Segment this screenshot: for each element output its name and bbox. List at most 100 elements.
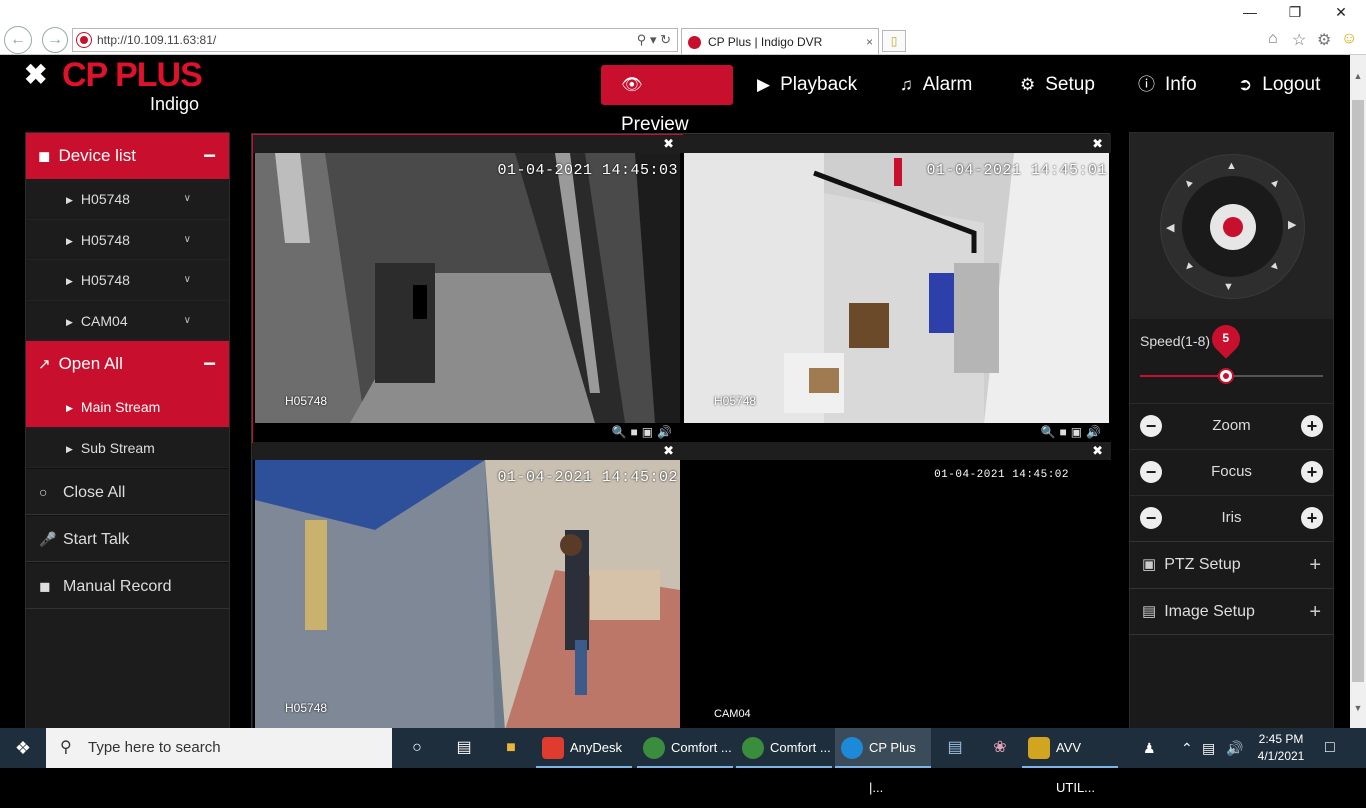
expand-plus-icon[interactable]: +: [1309, 589, 1321, 635]
stream-main[interactable]: ▶ Main Stream: [26, 387, 229, 428]
nav-logout[interactable]: ➲ Logout: [1218, 65, 1340, 105]
start-talk-button[interactable]: 🎤 Start Talk: [26, 515, 229, 562]
nav-preview[interactable]: 👁 Preview: [601, 65, 733, 135]
taskbar-app-avv[interactable]: AVV UTIL...: [1022, 728, 1118, 795]
chevron-down-icon[interactable]: ∨: [184, 179, 191, 219]
video-feed[interactable]: 01-04-2021 14:45:02 CAM04: [684, 460, 1109, 728]
address-bar[interactable]: http://10.109.11.63:81/ ⚲ ▾ ↻: [72, 28, 678, 52]
network-tool-icon[interactable]: ❀: [985, 728, 1015, 768]
video-feed[interactable]: 01-04-2021 14:45:01 H05748: [684, 153, 1109, 423]
stream-sub[interactable]: ▶ Sub Stream: [26, 428, 229, 468]
plus-icon[interactable]: +: [1301, 507, 1323, 529]
cortana-icon[interactable]: ○: [402, 728, 432, 768]
expand-plus-icon[interactable]: +: [1309, 542, 1321, 588]
scrollbar-thumb[interactable]: [1352, 100, 1364, 682]
plus-icon[interactable]: +: [1301, 415, 1323, 437]
plus-icon[interactable]: +: [1301, 461, 1323, 483]
image-setup-button[interactable]: ▤ Image Setup +: [1130, 588, 1333, 635]
people-icon[interactable]: ♟: [1143, 728, 1156, 768]
device-item[interactable]: ▶ H05748 ∨: [26, 260, 229, 301]
device-list-header[interactable]: ◼ Device list −: [26, 133, 229, 179]
iris-control: − Iris +: [1130, 495, 1333, 541]
manual-record-button[interactable]: ◼ Manual Record: [26, 562, 229, 609]
close-icon[interactable]: ✖: [1092, 135, 1103, 153]
taskbar-app-anydesk[interactable]: AnyDesk: [536, 728, 632, 768]
taskbar-app-chrome-1[interactable]: Comfort ...: [637, 728, 733, 768]
collapse-icon[interactable]: −: [203, 133, 216, 179]
arrow-right-icon[interactable]: ▶: [1288, 218, 1296, 231]
device-item[interactable]: ▶ H05748 ∨: [26, 179, 229, 220]
scroll-up-icon[interactable]: ▲: [1350, 71, 1366, 81]
zoom-icon[interactable]: 🔍: [612, 425, 631, 439]
video-cell[interactable]: ✖ 01-04-2021 14:45:03 H05748 🔍■▣🔊: [252, 134, 683, 443]
taskbar-search[interactable]: ⚲ Type here to search: [46, 728, 392, 768]
snapshot-icon[interactable]: ▣: [642, 425, 657, 439]
scroll-down-icon[interactable]: ▼: [1350, 703, 1366, 713]
speed-slider-handle[interactable]: [1217, 368, 1234, 384]
close-window-icon[interactable]: ✕: [1331, 4, 1351, 21]
remote-desktop-icon[interactable]: ▤: [940, 728, 970, 768]
close-icon[interactable]: ✖: [1092, 442, 1103, 460]
new-tab-button[interactable]: ▯: [882, 30, 906, 52]
logo-sub: Indigo: [150, 94, 200, 114]
nav-info[interactable]: ⓘ Info: [1118, 65, 1217, 105]
zoom-icon[interactable]: 🔍: [1041, 425, 1060, 439]
chevron-down-icon[interactable]: ∨: [184, 260, 191, 300]
address-url[interactable]: http://10.109.11.63:81/: [97, 33, 216, 47]
device-item[interactable]: ▶ H05748 ∨: [26, 220, 229, 260]
ptz-center-button[interactable]: [1210, 204, 1256, 250]
file-explorer-icon[interactable]: ■: [496, 728, 526, 768]
nav-playback[interactable]: ▶ Playback: [737, 65, 877, 105]
back-arrow-icon[interactable]: ←: [4, 26, 32, 54]
arrow-down-icon[interactable]: ▼: [1223, 281, 1234, 293]
minimize-icon[interactable]: —: [1240, 4, 1260, 20]
forward-arrow-icon[interactable]: →: [42, 27, 68, 53]
network-icon[interactable]: ▤: [1202, 728, 1215, 768]
arrow-left-icon[interactable]: ◀: [1166, 221, 1174, 234]
ptz-setup-button[interactable]: ▣ PTZ Setup +: [1130, 541, 1333, 588]
record-icon[interactable]: ■: [630, 425, 641, 439]
audio-icon[interactable]: 🔊: [1086, 425, 1105, 439]
nav-playback-label: Playback: [780, 74, 858, 95]
dropdown-icon[interactable]: ▾: [650, 32, 657, 47]
taskbar-app-ie[interactable]: CP Plus |...: [835, 728, 931, 795]
refresh-icon[interactable]: ↻: [660, 32, 671, 47]
collapse-icon[interactable]: −: [203, 341, 216, 387]
nav-alarm[interactable]: ♫ Alarm: [880, 65, 992, 105]
close-all-button[interactable]: ○ Close All: [26, 468, 229, 515]
favorites-star-icon[interactable]: ☆: [1292, 30, 1306, 50]
volume-icon[interactable]: 🔊: [1226, 728, 1243, 768]
task-view-icon[interactable]: ▤: [449, 728, 479, 768]
browser-tab[interactable]: CP Plus | Indigo DVR ×: [681, 28, 879, 54]
page-scrollbar[interactable]: ▲ ▼: [1350, 55, 1366, 728]
restore-icon[interactable]: ❐: [1285, 4, 1305, 21]
chevron-down-icon[interactable]: ∨: [184, 301, 191, 341]
windows-start-icon[interactable]: ❖: [0, 728, 46, 768]
video-cell[interactable]: ✖ 01-04-2021 14:45:01 H05748 🔍■▣🔊: [682, 135, 1111, 442]
taskbar-clock[interactable]: 2:45 PM 4/1/2021: [1250, 731, 1312, 765]
video-feed[interactable]: 01-04-2021 14:45:03 H05748: [255, 153, 680, 423]
nav-setup[interactable]: ⚙ Setup: [1000, 65, 1115, 105]
notifications-icon[interactable]: □: [1325, 728, 1335, 768]
snapshot-icon[interactable]: ▣: [1071, 425, 1086, 439]
video-cell[interactable]: ✖ 01-04-2021 14:45:02 H05748: [253, 442, 682, 728]
tray-chevron-icon[interactable]: ⌃: [1181, 728, 1193, 768]
close-icon[interactable]: ✖: [663, 135, 674, 153]
open-all-header[interactable]: ↗ Open All −: [26, 341, 229, 387]
device-item[interactable]: ▶ CAM04 ∨: [26, 301, 229, 341]
arrow-up-icon[interactable]: ▲: [1226, 160, 1237, 172]
address-tools[interactable]: ⚲ ▾ ↻: [637, 29, 671, 51]
tab-close-icon[interactable]: ×: [866, 29, 873, 55]
audio-icon[interactable]: 🔊: [657, 425, 676, 439]
chevron-down-icon[interactable]: ∨: [184, 220, 191, 260]
search-icon[interactable]: ⚲: [637, 32, 647, 47]
tools-gear-icon[interactable]: ⚙: [1317, 30, 1331, 50]
speed-value: 5: [1222, 331, 1230, 345]
record-icon[interactable]: ■: [1059, 425, 1070, 439]
close-icon[interactable]: ✖: [663, 442, 674, 460]
video-feed[interactable]: 01-04-2021 14:45:02 H05748: [255, 460, 680, 728]
video-cell[interactable]: ✖ 01-04-2021 14:45:02 CAM04: [682, 442, 1111, 728]
home-icon[interactable]: ⌂: [1268, 30, 1278, 48]
smiley-feedback-icon[interactable]: ☺: [1341, 30, 1357, 48]
taskbar-app-chrome-2[interactable]: Comfort ...: [736, 728, 832, 768]
